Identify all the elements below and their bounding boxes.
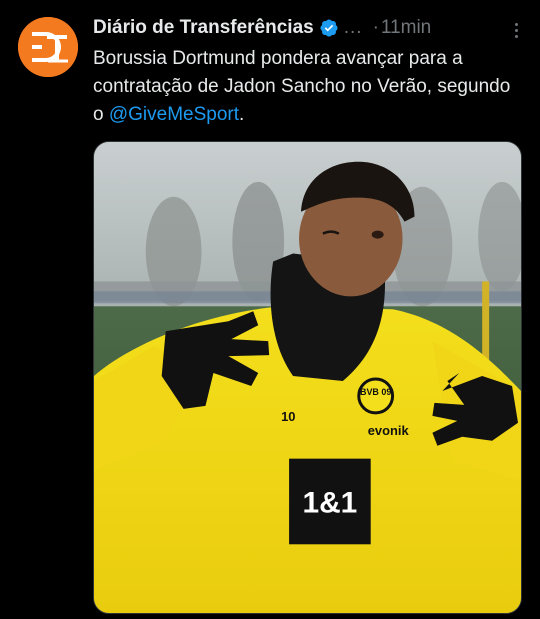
- tweet[interactable]: Diário de Transferências ... · 11min Bor…: [0, 0, 540, 619]
- tweet-text-end: .: [239, 104, 245, 125]
- tweet-header: Diário de Transferências ... · 11min: [93, 14, 526, 42]
- separator: ·: [372, 17, 379, 38]
- timestamp[interactable]: 11min: [381, 17, 431, 39]
- tweet-photo[interactable]: BVB 09 evonik 10 1&1: [93, 141, 522, 614]
- tweet-text: Borussia Dortmund pondera avançar para a…: [93, 45, 518, 129]
- crest-text: BVB 09: [360, 387, 391, 397]
- more-options-icon[interactable]: [506, 18, 526, 42]
- mention-link[interactable]: @GiveMeSport: [109, 104, 239, 125]
- handle-truncated[interactable]: ...: [344, 17, 363, 39]
- brand-text: evonik: [368, 423, 410, 438]
- player-photo: BVB 09 evonik 10 1&1: [94, 142, 521, 613]
- verified-badge-icon: [319, 18, 339, 38]
- avatar-logo-icon: [18, 17, 78, 77]
- avatar[interactable]: [18, 17, 78, 77]
- jersey-number: 10: [281, 409, 295, 424]
- sponsor-text: 1&1: [303, 486, 358, 519]
- display-name[interactable]: Diário de Transferências: [93, 17, 314, 39]
